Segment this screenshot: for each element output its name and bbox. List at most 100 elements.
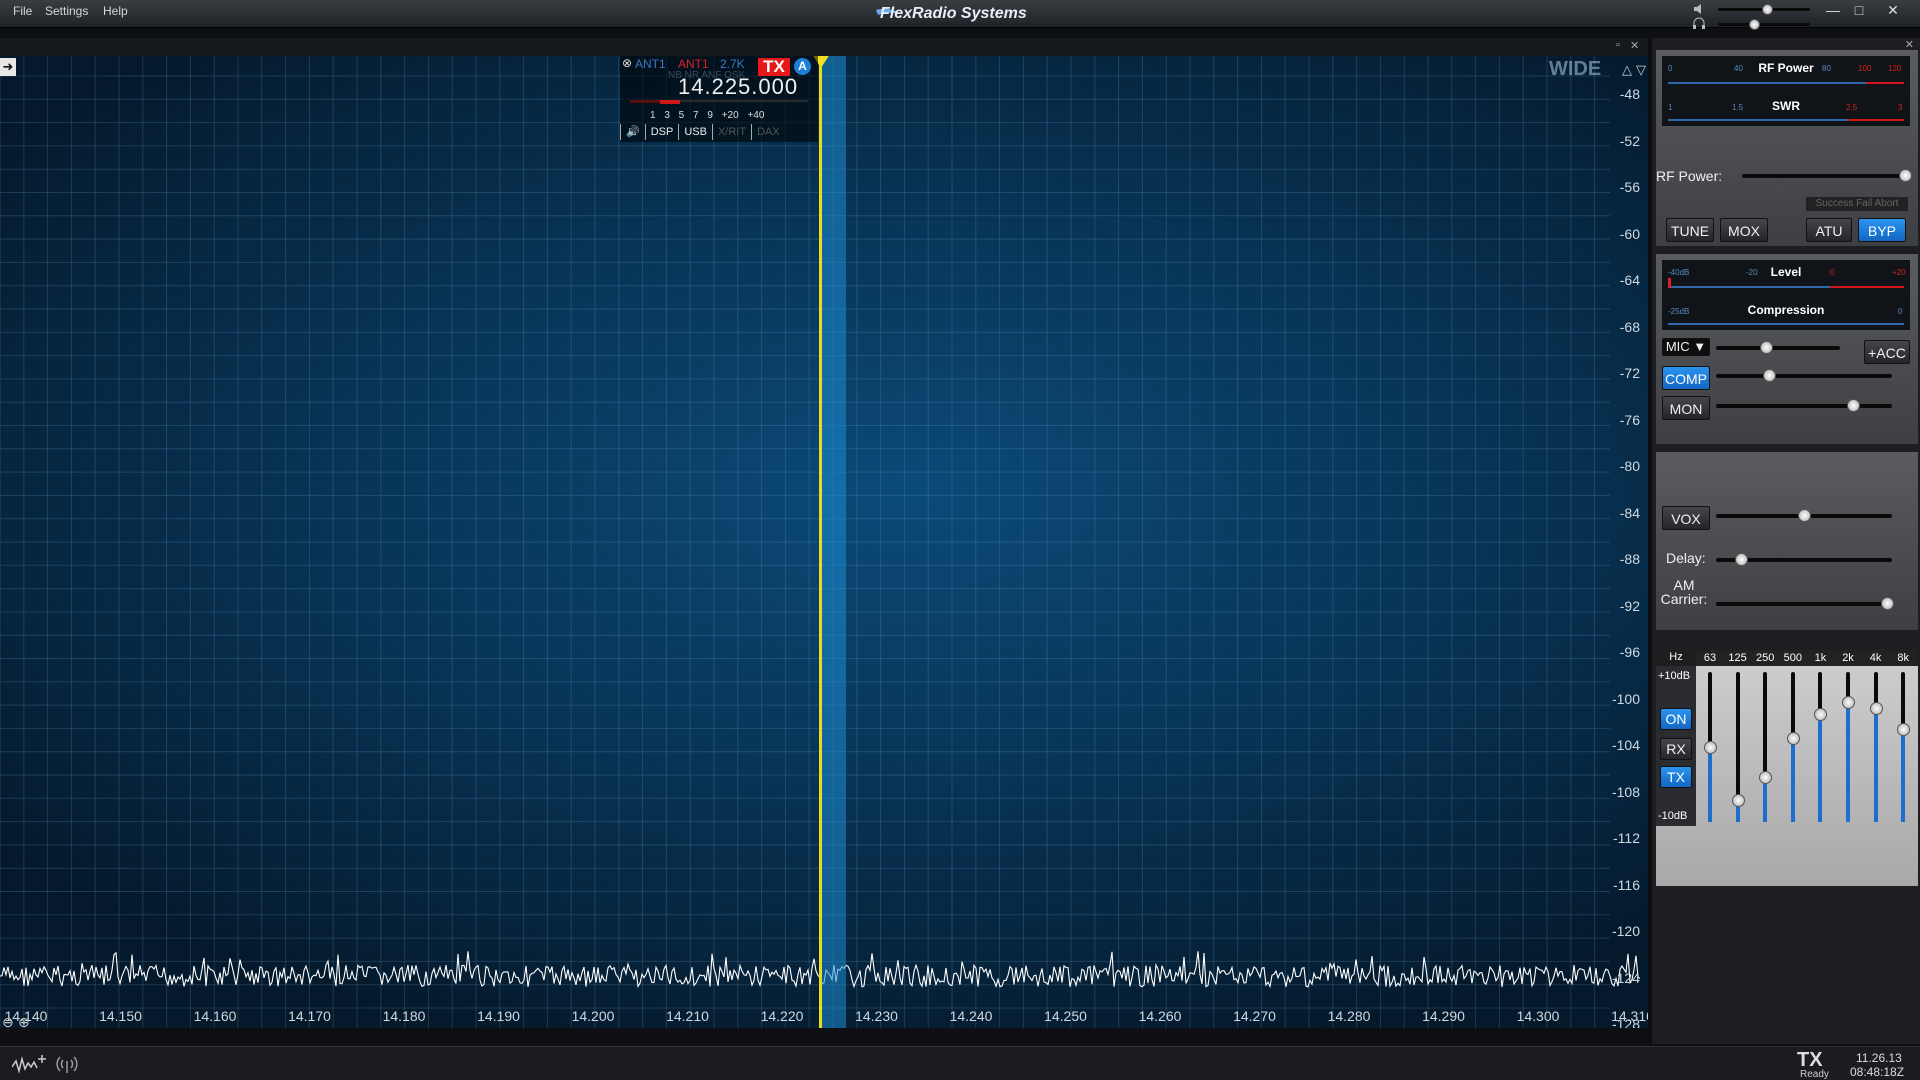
frequency-tick-label: 14.170 [288, 1008, 331, 1024]
filter-width[interactable]: 2.7K [720, 57, 745, 71]
eq-band[interactable]: 8k [1889, 650, 1918, 826]
delay-label: Delay: [1666, 550, 1706, 566]
db-tick-label: -72 [1619, 365, 1640, 381]
dax-button[interactable]: DAX [751, 124, 785, 140]
frequency-tick-label: 14.200 [571, 1008, 615, 1024]
am-carrier-slider[interactable] [1716, 597, 1894, 610]
menu-settings[interactable]: Settings [45, 4, 88, 18]
rf-power-slider[interactable] [1742, 169, 1912, 182]
eq-band[interactable]: 4k [1861, 650, 1890, 826]
mode-button[interactable]: USB [678, 124, 712, 140]
close-pan-icon[interactable]: ✕ [1630, 39, 1639, 52]
mon-button[interactable]: MON [1662, 396, 1710, 420]
master-volume-slider[interactable] [1718, 4, 1810, 15]
eq-band[interactable]: 63 [1696, 650, 1724, 826]
headphone-volume-knob[interactable] [1748, 19, 1760, 30]
vox-delay-knob[interactable] [1734, 553, 1748, 566]
eq-band[interactable]: 125 [1723, 650, 1752, 826]
eq-band-knob[interactable] [1704, 741, 1717, 754]
atu-button[interactable]: ATU [1806, 218, 1852, 242]
mic-select[interactable]: MIC ▼ [1662, 338, 1710, 356]
vox-button[interactable]: VOX [1662, 506, 1710, 530]
eq-band[interactable]: 250 [1751, 650, 1780, 826]
menu-help[interactable]: Help [103, 4, 128, 18]
db-tick-label: -112 [1613, 830, 1640, 846]
vox-level-slider[interactable] [1716, 509, 1892, 522]
dsp-button[interactable]: DSP [644, 124, 679, 140]
monitor-level-knob[interactable] [1847, 399, 1861, 412]
db-tick-label: -100 [1611, 690, 1640, 707]
am-carrier-knob[interactable] [1880, 597, 1894, 610]
eq-band-knob[interactable] [1897, 723, 1911, 736]
rf-power-knob[interactable] [1898, 169, 1912, 182]
panadapter-window-strip: ▫ ✕ [0, 38, 1648, 56]
zoom-out-icon[interactable]: ⊖ [2, 1014, 14, 1028]
title-bar: File Settings Help FlexRadio Systems — □… [0, 0, 1920, 30]
eq-band-label: 8k [1889, 650, 1918, 666]
level-tick: +20 [1892, 268, 1906, 277]
swr-red-zone [1848, 119, 1904, 121]
xrit-button[interactable]: X/RIT [711, 124, 751, 140]
pan-menu-arrow-icon[interactable]: ➜ [0, 58, 16, 76]
comp-level-knob[interactable] [1762, 369, 1776, 382]
speaker-icon[interactable]: 🔊 [620, 124, 645, 140]
eq-tx-button[interactable]: TX [1660, 766, 1692, 788]
eq-band-label: 125 [1723, 650, 1752, 666]
slice-close-icon[interactable]: ⊗ [622, 56, 632, 70]
rx-antenna[interactable]: ANT1 [635, 57, 666, 71]
eq-band-fill [1708, 747, 1712, 822]
mic-level-knob[interactable] [1759, 341, 1773, 354]
maximize-button[interactable]: □ [1848, 2, 1870, 20]
comp-button[interactable]: COMP [1662, 366, 1710, 390]
comp-level-slider[interactable] [1716, 369, 1892, 382]
eq-band-knob[interactable] [1842, 696, 1855, 709]
db-tick-label: -124 [1611, 969, 1640, 986]
slice-frequency[interactable]: 14.225.000 [678, 74, 798, 100]
eq-band-knob[interactable] [1731, 793, 1745, 807]
rx-filter-passband[interactable] [820, 56, 846, 1028]
acc-button[interactable]: +ACC [1864, 340, 1910, 364]
vox-delay-slider[interactable] [1716, 553, 1892, 566]
db-scale-down-icon[interactable]: ▽ [1636, 62, 1646, 78]
eq-band-knob[interactable] [1814, 708, 1828, 721]
swr-meter-title: SWR [1772, 99, 1800, 113]
eq-band-knob[interactable] [1759, 771, 1773, 784]
panadapter[interactable]: ➜ WIDE △ ▽ -48 -52 -56 -60 -64 -68 -72 -76 -80 -8… [0, 56, 1648, 1028]
eq-band-knob[interactable] [1869, 702, 1883, 715]
tnf-icon[interactable] [54, 1053, 80, 1075]
slice-flag[interactable]: ⊗ ANT1 ANT1 2.7K TX A NB NR ANF QSK 14.2… [620, 56, 818, 142]
db-tick-label: -48 [1619, 86, 1640, 102]
eq-band[interactable]: 1k [1806, 650, 1835, 826]
frequency-tick-label: 14.310 [1611, 1008, 1648, 1024]
restore-pan-icon[interactable]: ▫ [1616, 39, 1620, 51]
comp-tick: -25dB [1668, 307, 1690, 316]
master-volume-knob[interactable] [1761, 4, 1773, 15]
eq-rx-button[interactable]: RX [1660, 738, 1692, 760]
mic-level-slider[interactable] [1716, 341, 1840, 354]
headphone-volume-slider[interactable] [1718, 19, 1810, 30]
tx-ready: Ready [1800, 1069, 1829, 1080]
eq-band[interactable]: 2k [1834, 650, 1862, 826]
rx-frequency-line[interactable] [819, 56, 822, 1028]
mox-button[interactable]: MOX [1720, 218, 1768, 242]
close-button[interactable]: ✕ [1882, 2, 1904, 20]
frequency-tick-label: 14.250 [1044, 1008, 1087, 1024]
menu-file[interactable]: File [13, 4, 32, 18]
db-scale-up-icon[interactable]: △ [1622, 62, 1632, 78]
eq-band-knob[interactable] [1786, 732, 1800, 745]
add-pan-icon[interactable] [12, 1053, 48, 1075]
tx-antenna[interactable]: ANT1 [678, 57, 709, 71]
s-meter [630, 100, 808, 104]
level-tick: 0 [1830, 268, 1835, 277]
db-tick-label: -120 [1611, 923, 1640, 939]
eq-on-button[interactable]: ON [1660, 708, 1692, 730]
bypass-button[interactable]: BYP [1858, 218, 1906, 242]
eq-band[interactable]: 500 [1778, 650, 1807, 826]
minimize-button[interactable]: — [1822, 2, 1844, 20]
tune-button[interactable]: TUNE [1666, 218, 1714, 242]
zoom-in-icon[interactable]: ⊕ [18, 1014, 30, 1028]
comp-tick: 0 [1898, 307, 1903, 316]
monitor-level-slider[interactable] [1716, 399, 1892, 412]
atu-status: Success Fail Abort [1806, 197, 1908, 211]
vox-level-knob[interactable] [1798, 509, 1811, 522]
